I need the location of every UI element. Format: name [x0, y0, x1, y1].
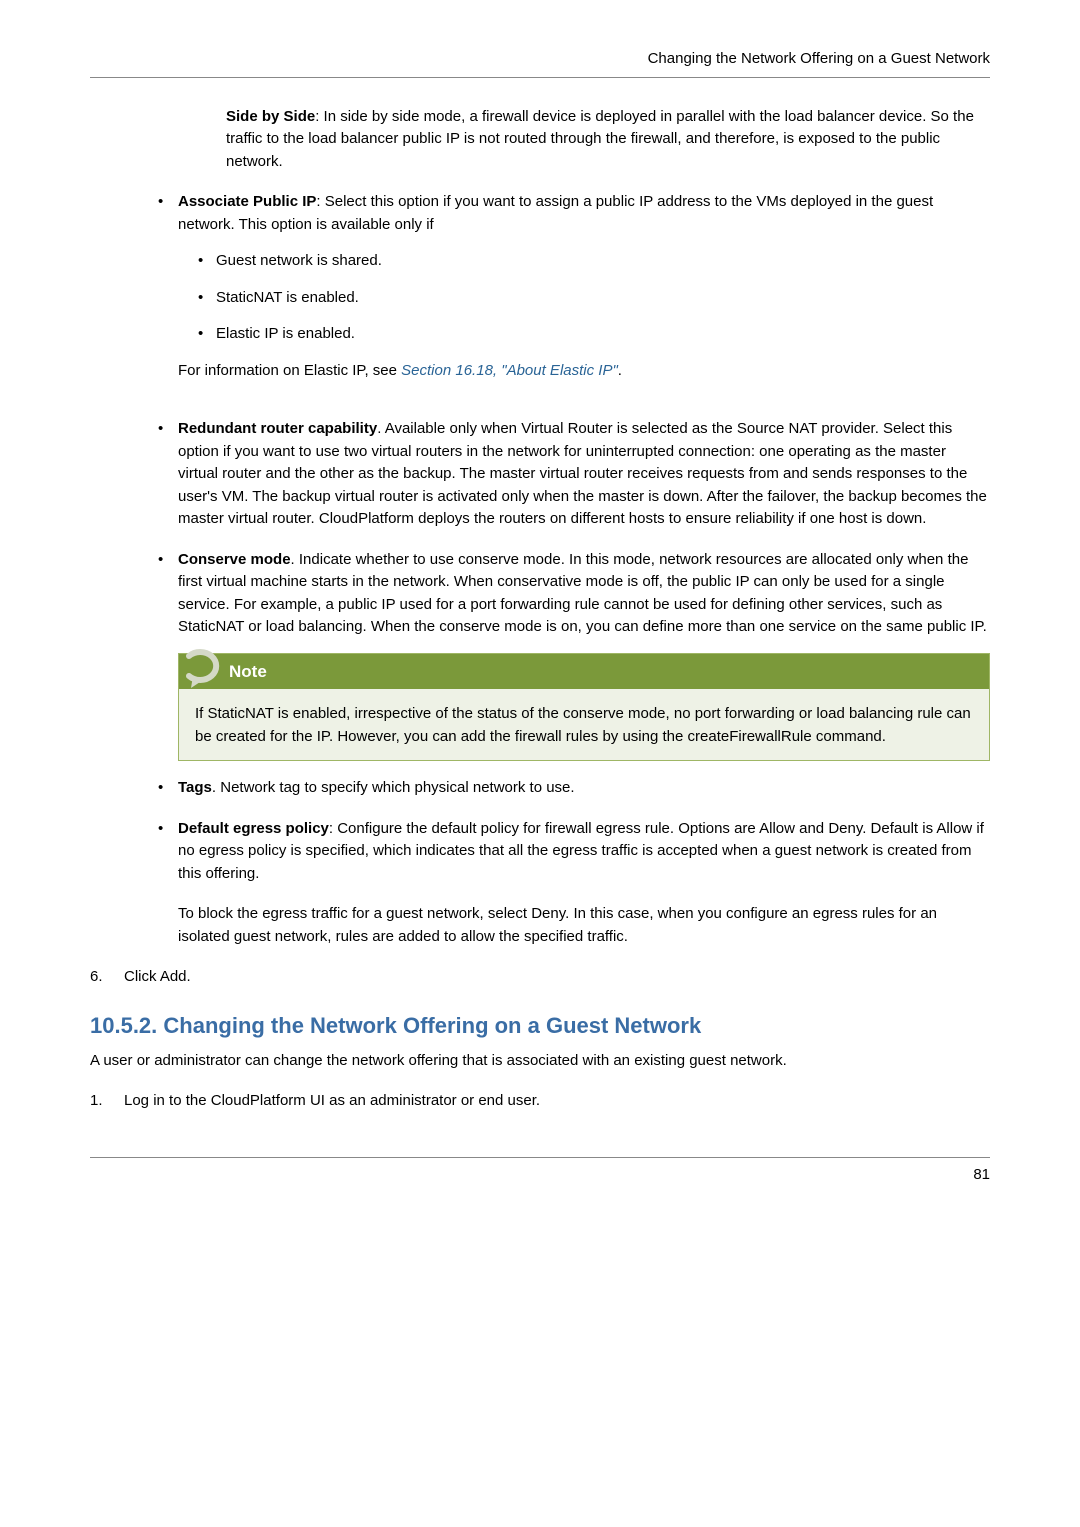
step-text: Click Add. [124, 966, 191, 989]
elastic-ip-info: For information on Elastic IP, see Secti… [178, 360, 990, 383]
step-text: Log in to the CloudPlatform UI as an adm… [124, 1090, 540, 1113]
header-rule [90, 77, 990, 78]
header-title: Changing the Network Offering on a Guest… [648, 50, 990, 67]
bullet-redundant-router: • Redundant router capability. Available… [158, 418, 990, 531]
step-number: 6. [90, 966, 124, 989]
bullet-dot-icon: • [158, 818, 178, 949]
redundant-label: Redundant router capability [178, 420, 377, 437]
associate-label: Associate Public IP [178, 193, 316, 210]
tags-text: Tags. Network tag to specify which physi… [178, 777, 990, 800]
tags-label: Tags [178, 779, 212, 796]
egress-text-2: To block the egress traffic for a guest … [178, 903, 990, 948]
section-title: 10.5.2. Changing the Network Offering on… [90, 1009, 990, 1042]
side-by-side-paragraph: Side by Side: In side by side mode, a fi… [226, 106, 990, 174]
step-1: 1. Log in to the CloudPlatform UI as an … [90, 1090, 990, 1113]
side-by-side-text: : In side by side mode, a firewall devic… [226, 108, 974, 170]
bullet-dot-icon: • [198, 250, 216, 273]
note-body: If StaticNAT is enabled, irrespective of… [179, 689, 989, 756]
egress-label: Default egress policy [178, 820, 329, 837]
bullet-dot-icon: • [158, 549, 178, 639]
conserve-label: Conserve mode [178, 551, 291, 568]
conserve-text: Conserve mode. Indicate whether to use c… [178, 549, 990, 639]
bullet-tags: • Tags. Network tag to specify which phy… [158, 777, 990, 800]
redundant-text: Redundant router capability. Available o… [178, 418, 990, 531]
note-box: Note If StaticNAT is enabled, irrespecti… [178, 653, 990, 762]
section-intro: A user or administrator can change the n… [90, 1050, 990, 1073]
bullet-dot-icon: • [158, 777, 178, 800]
note-bar: Note [179, 654, 989, 690]
note-icon [185, 648, 225, 692]
note-title: Note [229, 662, 267, 681]
egress-text-1: Default egress policy: Configure the def… [178, 818, 990, 886]
step-number: 1. [90, 1090, 124, 1113]
bullet-default-egress: • Default egress policy: Configure the d… [158, 818, 990, 949]
sub-bullet-elastic-ip: • Elastic IP is enabled. [198, 323, 990, 346]
sub-bullet-guest-network: • Guest network is shared. [198, 250, 990, 273]
bullet-conserve-mode: • Conserve mode. Indicate whether to use… [158, 549, 990, 639]
bullet-dot-icon: • [158, 191, 178, 400]
bullet-dot-icon: • [198, 287, 216, 310]
page-number: 81 [90, 1157, 990, 1187]
step-6: 6. Click Add. [90, 966, 990, 989]
page-header: Changing the Network Offering on a Guest… [90, 48, 990, 71]
elastic-ip-link[interactable]: Section 16.18, "About Elastic IP" [401, 362, 618, 379]
sub-bullet-staticnat: • StaticNAT is enabled. [198, 287, 990, 310]
associate-text: Associate Public IP: Select this option … [178, 191, 990, 236]
bullet-dot-icon: • [158, 418, 178, 531]
side-by-side-label: Side by Side [226, 108, 315, 125]
bullet-associate-public-ip: • Associate Public IP: Select this optio… [158, 191, 990, 400]
bullet-dot-icon: • [198, 323, 216, 346]
